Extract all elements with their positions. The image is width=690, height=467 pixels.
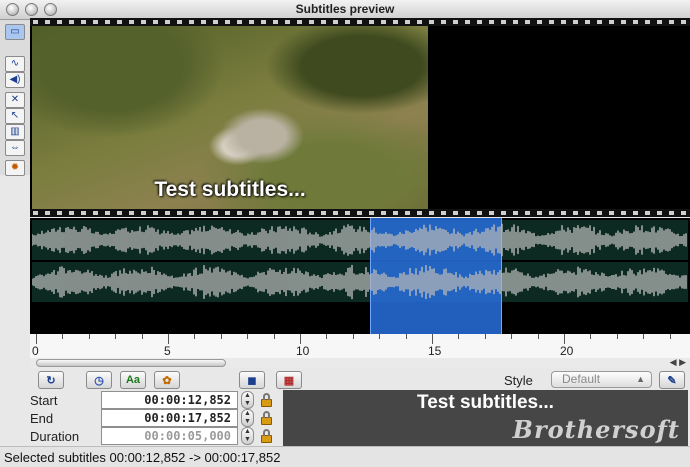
film-perforation-top	[30, 18, 690, 26]
status-text: Selected subtitles 00:00:12,852 -> 00:00…	[4, 450, 281, 465]
ruler-tick	[590, 334, 592, 339]
duration-stepper[interactable]: ▲ ▼	[241, 427, 254, 445]
ruler-tick	[247, 334, 249, 339]
ruler-tick	[141, 334, 143, 339]
speaker-icon[interactable]: ◀)	[5, 72, 25, 88]
cube-icon[interactable]: ◼	[239, 371, 265, 389]
brothersoft-watermark: Brothersoft	[512, 415, 680, 444]
ruler-tick	[220, 334, 222, 339]
ruler-tick	[564, 334, 565, 344]
style-label: Style	[504, 373, 533, 388]
ruler-label-15: 15	[428, 344, 442, 358]
start-time-field[interactable]: 00:00:12,852	[101, 391, 238, 409]
duration-field[interactable]: 00:00:05,000	[101, 427, 238, 445]
tool-palette: ▭ ∿ ◀) ✕ ↖ ▥ ⇔ ✹	[0, 20, 30, 176]
clock-icon[interactable]: ◷	[86, 371, 112, 389]
end-label: End	[30, 411, 54, 426]
ruler-label-20: 20	[560, 344, 574, 358]
ruler-tick	[62, 334, 64, 339]
status-bar: Selected subtitles 00:00:12,852 -> 00:00…	[0, 446, 690, 467]
pen-icon[interactable]: ✎	[659, 371, 685, 389]
monitor-icon[interactable]: ▭	[5, 24, 25, 40]
duration-lock-icon[interactable]	[260, 429, 273, 443]
ruler-tick	[616, 334, 618, 339]
ruler-icon[interactable]: ▥	[5, 124, 25, 140]
end-time-field[interactable]: 00:00:17,852	[101, 409, 238, 427]
ruler-tick	[88, 334, 90, 339]
subtitle-text-preview[interactable]: Test subtitles... Brothersoft	[283, 390, 688, 446]
scroll-arrows-icon[interactable]: ◀ ▶	[670, 357, 686, 368]
ruler-label-10: 10	[296, 344, 310, 358]
ruler-tick	[300, 334, 301, 344]
ruler-tick	[379, 334, 381, 339]
palette-icon[interactable]: ✿	[154, 371, 180, 389]
end-lock-icon[interactable]	[260, 411, 273, 425]
timeline-ruler[interactable]: 0 5 10 15 20	[30, 334, 690, 359]
waveform-right-svg	[32, 264, 687, 300]
duration-label: Duration	[30, 429, 80, 444]
ruler-tick	[511, 334, 513, 339]
timeline-scrollbar[interactable]: ◀ ▶	[30, 357, 690, 368]
pointer-icon[interactable]: ↖	[5, 108, 25, 124]
start-label: Start	[30, 393, 58, 408]
ruler-tick	[168, 334, 169, 344]
ruler-tick	[326, 334, 328, 339]
ruler-tick	[36, 334, 37, 344]
window-titlebar: Subtitles preview	[0, 0, 690, 20]
style-select[interactable]: Default ▲▼	[551, 371, 652, 399]
ruler-label-5: 5	[164, 344, 171, 358]
scrollbar-thumb[interactable]	[36, 359, 226, 367]
text-style-icon[interactable]: Aa	[120, 371, 146, 389]
start-time-stepper[interactable]: ▲ ▼	[241, 391, 254, 409]
start-lock-icon[interactable]	[260, 393, 273, 407]
ruler-tick	[643, 334, 645, 339]
waveform-view-icon[interactable]: ∿	[5, 56, 25, 72]
waveform-left-svg	[32, 223, 687, 257]
ruler-tick	[115, 334, 117, 339]
magic-wand-icon[interactable]: ✕	[5, 92, 25, 108]
grid-icon[interactable]: ▦	[276, 371, 302, 389]
controls-toolbar: ↻ ◷ Aa ✿ ◼ ▦ Style Default ▲▼ ✎	[0, 370, 690, 399]
film-perforation-bottom	[30, 209, 690, 217]
end-time-stepper[interactable]: ▲ ▼	[241, 409, 254, 427]
ruler-label-0: 0	[32, 344, 39, 358]
refresh-icon[interactable]: ↻	[38, 371, 64, 389]
window-title: Subtitles preview	[295, 2, 395, 16]
ruler-tick	[405, 334, 407, 339]
ruler-tick	[273, 334, 275, 339]
picture-icon[interactable]: ✹	[5, 160, 25, 176]
ruler-tick	[669, 334, 671, 339]
ruler-tick	[432, 334, 433, 344]
subtitle-preview-text: Test subtitles...	[417, 392, 554, 413]
stretch-icon[interactable]: ⇔	[5, 140, 25, 156]
video-subtitle-overlay: Test subtitles...	[154, 178, 306, 201]
ruler-tick	[194, 334, 196, 339]
ruler-tick	[537, 334, 539, 339]
ruler-tick	[484, 334, 486, 339]
waveform-area[interactable]	[30, 218, 690, 334]
ruler-tick	[458, 334, 460, 339]
video-preview[interactable]: Test subtitles...	[30, 26, 690, 209]
style-select-value: Default	[562, 372, 601, 386]
ruler-tick	[352, 334, 354, 339]
